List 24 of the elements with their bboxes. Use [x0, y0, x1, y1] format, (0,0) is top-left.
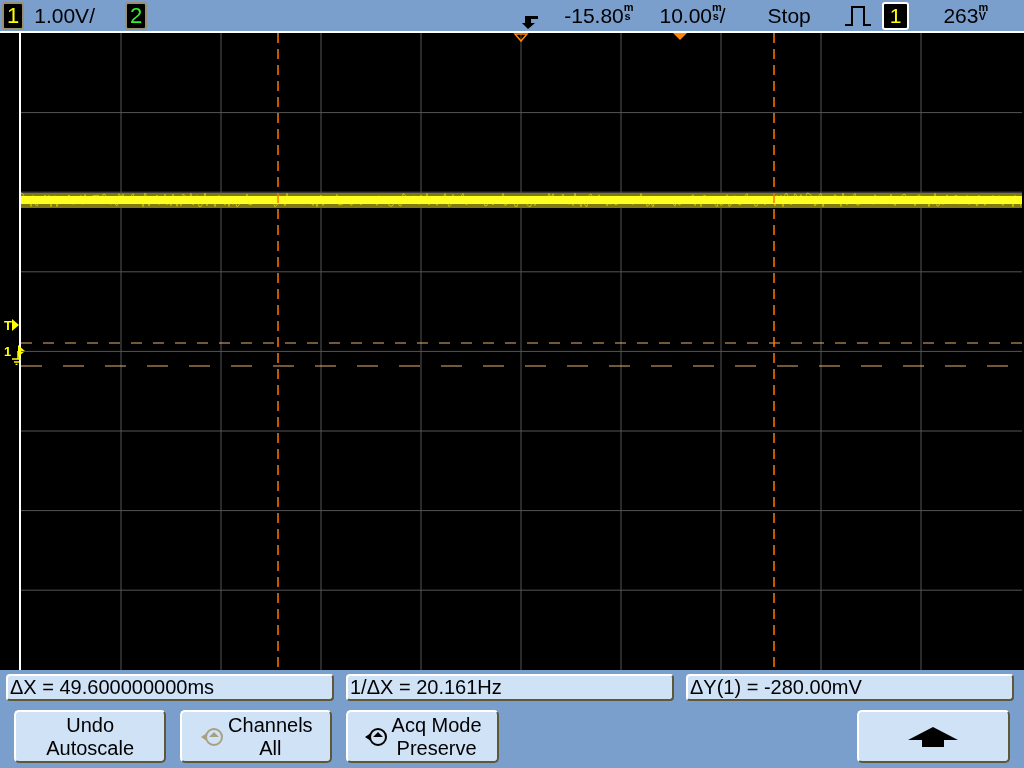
trigger-source[interactable]: 1 — [881, 1, 910, 30]
delay-value: -15.80 — [564, 2, 624, 29]
trigger-unit: mV — [978, 2, 987, 21]
channel-indicator[interactable]: 2 — [124, 1, 148, 30]
softkey-button[interactable]: Acq Mode Preserve — [346, 710, 499, 763]
channel-ground-marker[interactable]: 1 — [0, 345, 12, 359]
softkey-button[interactable]: Undo Autoscale — [14, 710, 167, 763]
delay-arrow-icon — [522, 14, 541, 30]
ground-marker-icon — [11, 345, 26, 365]
measurement-readout: ΔX = 49.600000000ms — [6, 674, 334, 701]
rising-edge-icon — [844, 5, 871, 26]
delay-unit: ms — [623, 2, 632, 21]
channel-indicator[interactable]: 1 — [2, 1, 25, 30]
timebase-value: 10.00 — [659, 2, 712, 29]
timebase-unit: ms — [712, 2, 720, 21]
measurement-readout: 1/ΔX = 20.161Hz — [346, 674, 674, 701]
up-arrow-icon — [908, 726, 959, 747]
trigger-level: 263 — [943, 2, 979, 29]
run-state: Stop — [767, 2, 811, 29]
measurement-readout: ΔY(1) = -280.00mV — [686, 674, 1014, 701]
trigger-level-marker[interactable]: T — [0, 319, 12, 333]
vertical-scale: 1.00V/ — [34, 2, 95, 29]
up-button[interactable] — [856, 710, 1010, 763]
marker-arrow-icon — [11, 319, 19, 331]
